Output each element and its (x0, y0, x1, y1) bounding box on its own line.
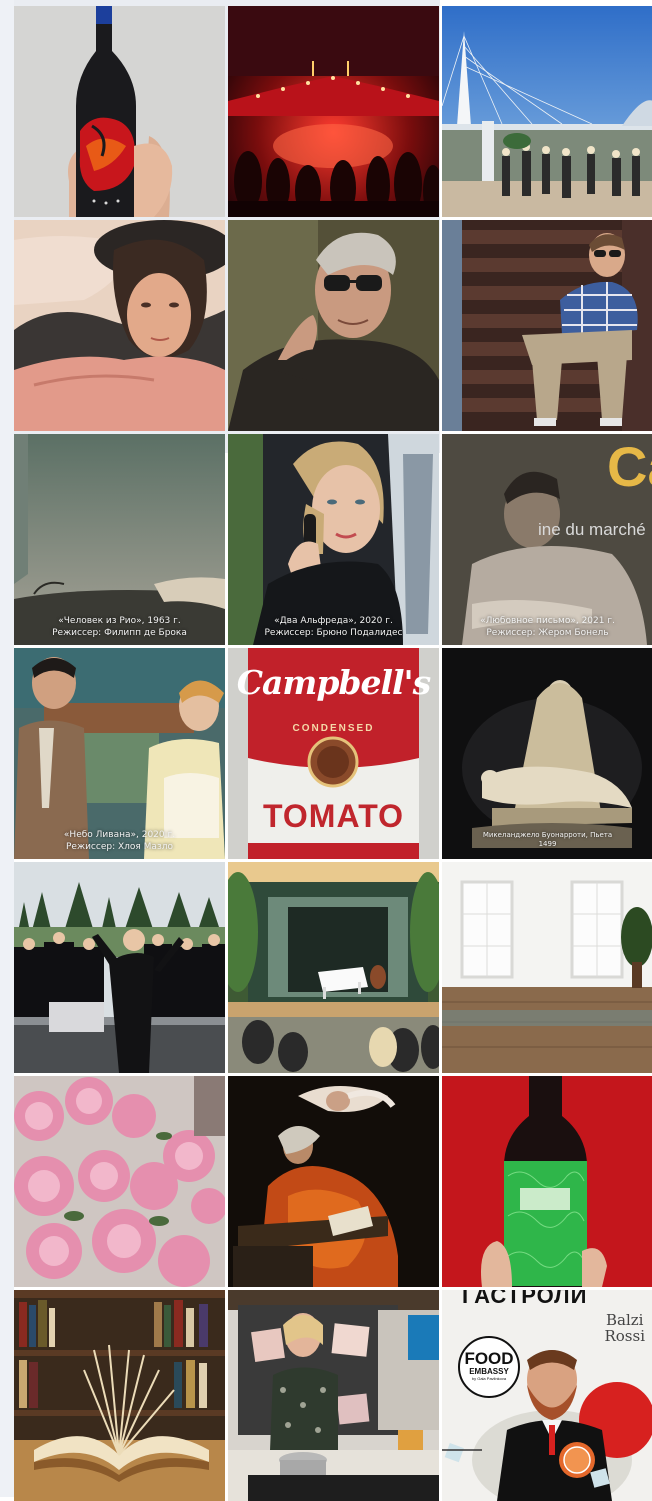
grid-item-peonies[interactable] (14, 1076, 225, 1287)
grid-item-wine-bottle[interactable] (14, 6, 225, 217)
grid-item-woman-bed[interactable] (14, 220, 225, 431)
cafe-sign-subtitle: ine du marché (538, 520, 646, 539)
photo-grid: «Человек из Рио», 1963 г. Режиссер: Фили… (14, 6, 652, 1501)
film-caption: «Два Альфреда», 2020 г. Режиссер: Брюно … (228, 615, 439, 639)
restaurant-line-1: Balzi (606, 1311, 644, 1329)
food-embassy-logo: FOOD EMBASSY by Gala Pavlinkova (458, 1336, 520, 1398)
film-title: «Человек из Рио», 1963 г. (58, 616, 181, 626)
logo-line-3: by Gala Pavlinkova (471, 1376, 507, 1381)
film-director: Режиссер: Филипп де Брока (52, 628, 187, 638)
artwork-year: 1499 (538, 840, 557, 848)
film-director: Режиссер: Жером Бонель (486, 628, 609, 638)
campbell-variety: TOMATO (262, 798, 405, 834)
grid-item-food-embassy-poster[interactable]: ГАСТРОЛИ Balzi Rossi FOOD EMBASSY by Gal… (442, 1290, 652, 1501)
film-title: «Небо Ливана», 2020 г. (63, 830, 176, 840)
film-director: Режиссер: Брюно Подалидес (264, 628, 403, 638)
bridge-event-image (442, 6, 652, 217)
grid-item-white-loft[interactable] (442, 862, 652, 1073)
woman-portrait-image (14, 220, 225, 431)
film-title: «Любовное письмо», 2021 г. (480, 616, 615, 626)
film-caption: «Человек из Рио», 1963 г. Режиссер: Фили… (14, 615, 225, 639)
film-director: Режиссер: Хлоя Мазло (66, 842, 173, 852)
campbell-brand: Campbell's (236, 663, 431, 702)
logo-line-2: EMBASSY (469, 1367, 509, 1376)
peonies-image (14, 1076, 225, 1287)
grid-item-man-stairs[interactable] (442, 220, 652, 431)
caravaggio-image (228, 1076, 439, 1287)
restaurant-line-2: Rossi (604, 1327, 645, 1345)
grid-item-pieta[interactable]: Микеланджело Буонарроти, Пьета 1499 (442, 648, 652, 859)
film-caption: «Небо Ливана», 2020 г. Режиссер: Хлоя Ма… (14, 829, 225, 853)
grid-item-garden-concert[interactable] (228, 862, 439, 1073)
grid-item-open-book[interactable] (14, 1290, 225, 1501)
garden-concert-image (228, 862, 439, 1073)
artwork-caption: Микеланджело Буонарроти, Пьета 1499 (442, 831, 652, 849)
background-strip (0, 0, 14, 1497)
grid-item-campbell-soup[interactable]: Campbell's CONDENSED TOMATO (228, 648, 439, 859)
green-wine-bottle-image (442, 1076, 652, 1287)
grid-item-concert[interactable] (228, 6, 439, 217)
film-title: «Два Альфреда», 2020 г. (274, 616, 393, 626)
white-loft-image (442, 862, 652, 1073)
film-lebanon-image (14, 648, 225, 859)
cafe-sign: Ca (607, 435, 652, 498)
choir-image (14, 862, 225, 1073)
grid-item-film-alfred[interactable]: «Два Альфреда», 2020 г. Режиссер: Брюно … (228, 434, 439, 645)
film-caption: «Любовное письмо», 2021 г. Режиссер: Жер… (442, 615, 652, 639)
grid-item-cooking-show[interactable] (228, 1290, 439, 1501)
poster-headline: ГАСТРОЛИ (462, 1290, 588, 1308)
grid-item-man-glasses[interactable] (228, 220, 439, 431)
grid-item-bridge[interactable] (442, 6, 652, 217)
grid-item-film-love-letter[interactable]: Ca ine du marché «Любовное письмо», 2021… (442, 434, 652, 645)
grid-item-film-rio[interactable]: «Человек из Рио», 1963 г. Режиссер: Фили… (14, 434, 225, 645)
open-book-image (14, 1290, 225, 1501)
pieta-sculpture-image (442, 648, 652, 859)
grid-item-film-lebanon[interactable]: «Небо Ливана», 2020 г. Режиссер: Хлоя Ма… (14, 648, 225, 859)
wine-bottle-image (14, 6, 225, 217)
man-portrait-image (228, 220, 439, 431)
grid-item-choir[interactable] (14, 862, 225, 1073)
logo-line-1: FOOD (464, 1349, 514, 1368)
concert-stage-image (228, 6, 439, 217)
artwork-title: Микеланджело Буонарроти, Пьета (482, 831, 613, 839)
man-stairs-image (442, 220, 652, 431)
campbell-subtitle: CONDENSED (292, 723, 375, 734)
cooking-show-image (228, 1290, 439, 1501)
film-rio-image (14, 434, 225, 645)
grid-item-caravaggio[interactable] (228, 1076, 439, 1287)
grid-item-green-wine[interactable] (442, 1076, 652, 1287)
film-alfred-image (228, 434, 439, 645)
poster-restaurant: Balzi Rossi (604, 1312, 645, 1344)
